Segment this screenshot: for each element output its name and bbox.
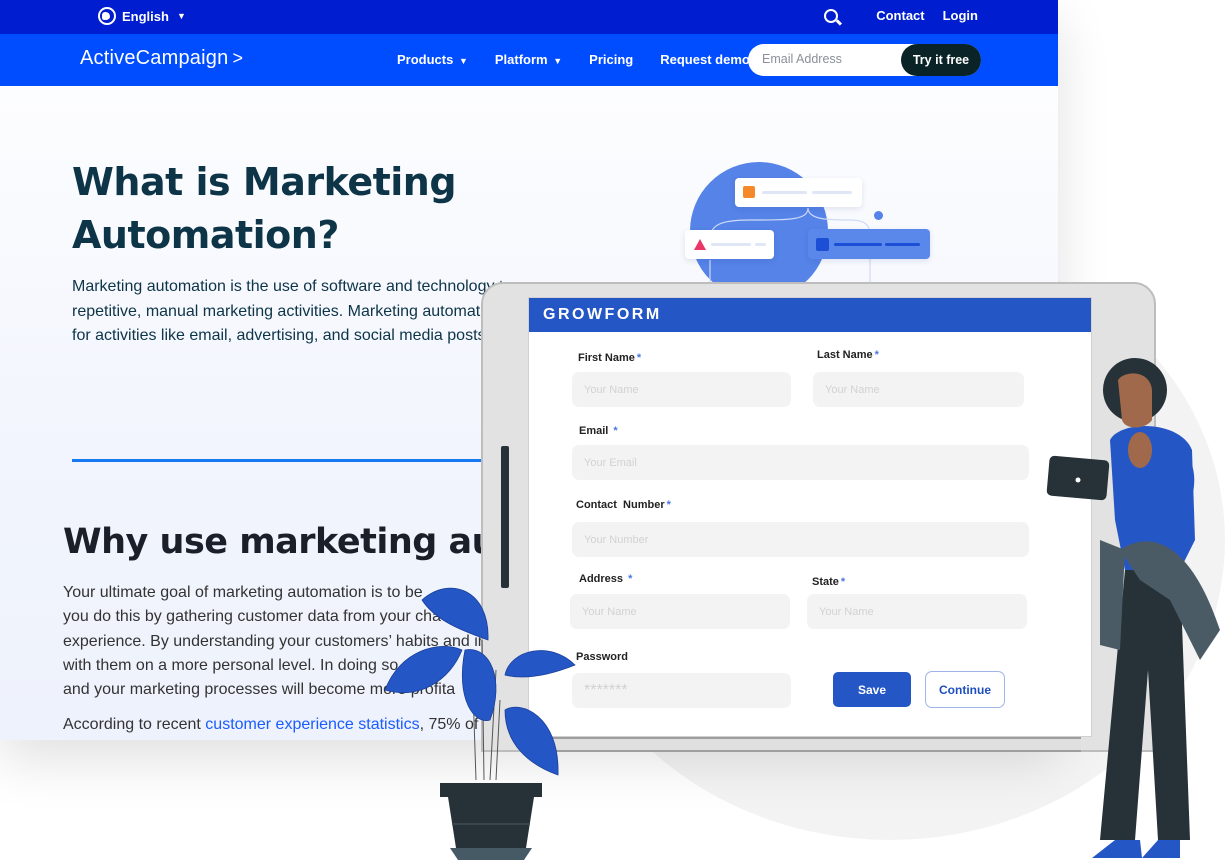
address-input[interactable] — [570, 594, 790, 629]
nav-item-request-demo[interactable]: Request demo — [660, 52, 750, 67]
leaf — [421, 587, 489, 641]
chevron-down-icon: ▼ — [176, 11, 186, 21]
utility-links: Contact Login — [824, 8, 978, 23]
logo-chevron-icon: > — [232, 48, 244, 68]
nav-item-products[interactable]: Products ▼ — [397, 52, 468, 67]
search-icon[interactable] — [824, 8, 839, 23]
utility-bar: English ▼ Contact Login — [0, 0, 1058, 34]
orange-square-icon — [743, 186, 755, 198]
globe-icon — [98, 7, 116, 25]
leaf — [504, 706, 559, 776]
continue-button[interactable]: Continue — [925, 671, 1005, 708]
nav-menu: Products ▼ Platform ▼ Pricing Request de… — [397, 52, 750, 67]
page-title: What is Marketing Automation? — [72, 160, 457, 257]
logo-text: ActiveCampaign — [80, 47, 229, 69]
password-label: Password — [576, 651, 628, 663]
contact-number-label: Contact Number * — [576, 499, 671, 511]
address-label: Address * — [579, 573, 633, 585]
logo[interactable]: ActiveCampaign > — [80, 47, 243, 70]
plant-illustration — [384, 587, 576, 860]
decorative-dot — [874, 211, 883, 220]
signup-form: Try it free — [748, 44, 981, 76]
leaf — [504, 650, 576, 678]
last-name-label: Last Name * — [817, 349, 879, 361]
flow-card-alert — [685, 230, 774, 259]
contact-link[interactable]: Contact — [876, 8, 924, 23]
nav-item-platform[interactable]: Platform ▼ — [495, 52, 562, 67]
state-label: State * — [812, 576, 846, 588]
flow-card-email — [735, 178, 862, 207]
email-label: Email * — [579, 425, 618, 437]
contact-number-input[interactable] — [572, 522, 1029, 557]
first-name-label: First Name * — [578, 352, 642, 364]
section-title: Why use marketing au — [63, 522, 497, 562]
chevron-down-icon: ▼ — [458, 56, 468, 66]
try-it-free-button[interactable]: Try it free — [901, 44, 981, 76]
state-input[interactable] — [807, 594, 1027, 629]
growform-title: GROWFORM — [529, 298, 1091, 332]
tablet-base — [541, 737, 1081, 752]
warning-triangle-icon — [694, 239, 706, 250]
email-input[interactable] — [762, 52, 902, 66]
main-nav: ActiveCampaign > Products ▼ Platform ▼ Pr… — [0, 34, 1058, 86]
last-name-input[interactable] — [813, 372, 1024, 407]
leaf — [384, 646, 463, 693]
language-label: English — [122, 8, 169, 24]
tablet-side-button — [501, 446, 509, 588]
chevron-down-icon: ▼ — [553, 56, 563, 66]
nav-item-pricing[interactable]: Pricing — [589, 52, 633, 67]
growform-screen: GROWFORM First Name* Last Name* Email * … — [528, 297, 1092, 737]
language-selector[interactable]: English ▼ — [98, 7, 186, 25]
login-link[interactable]: Login — [943, 8, 978, 23]
password-input[interactable] — [572, 673, 791, 708]
person-illustration — [1046, 358, 1220, 858]
flow-card-action — [808, 229, 930, 259]
blue-square-icon — [816, 238, 829, 251]
nav-item-label: Products — [397, 52, 454, 67]
first-name-input[interactable] — [572, 372, 791, 407]
stat-prefix: According to recent — [63, 716, 206, 733]
save-button[interactable]: Save — [833, 672, 911, 707]
nav-item-label: Platform — [494, 52, 548, 67]
email-input[interactable] — [572, 445, 1029, 480]
leaf — [461, 649, 497, 722]
